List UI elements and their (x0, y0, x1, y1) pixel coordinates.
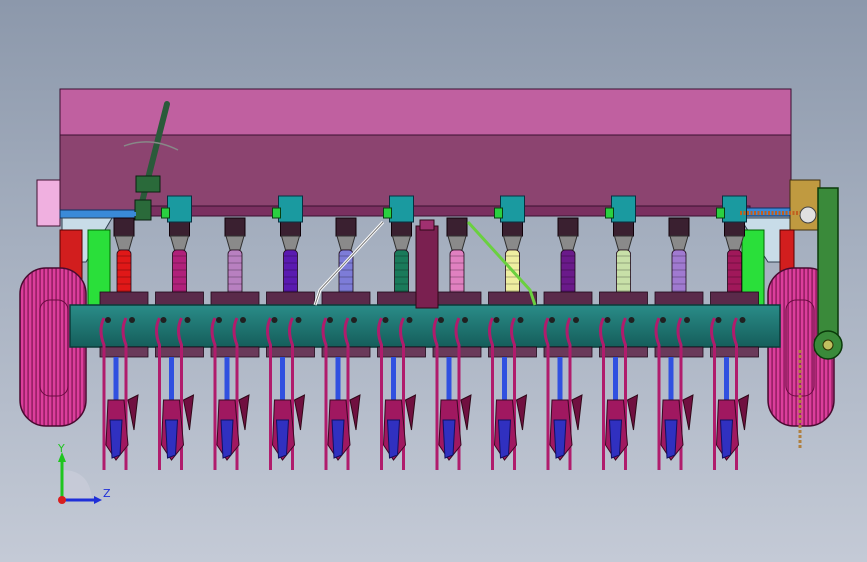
seed-tube-11[interactable] (654, 217, 704, 309)
z-axis-label: Z (103, 487, 111, 500)
seed-tube-7[interactable] (432, 217, 482, 309)
main-toolbar-beam[interactable] (69, 304, 781, 348)
seed-tube-3[interactable] (210, 217, 260, 309)
y-axis-label: Y (57, 442, 65, 455)
center-cylinder[interactable] (415, 219, 439, 309)
seed-tube-9[interactable] (543, 217, 593, 309)
cad-viewport[interactable]: Y Z (0, 0, 867, 562)
seed-drill-model[interactable]: Y Z (0, 0, 867, 562)
hopper-bottom-rail (149, 205, 751, 217)
hopper-top (59, 88, 792, 136)
origin-dot (58, 496, 66, 504)
